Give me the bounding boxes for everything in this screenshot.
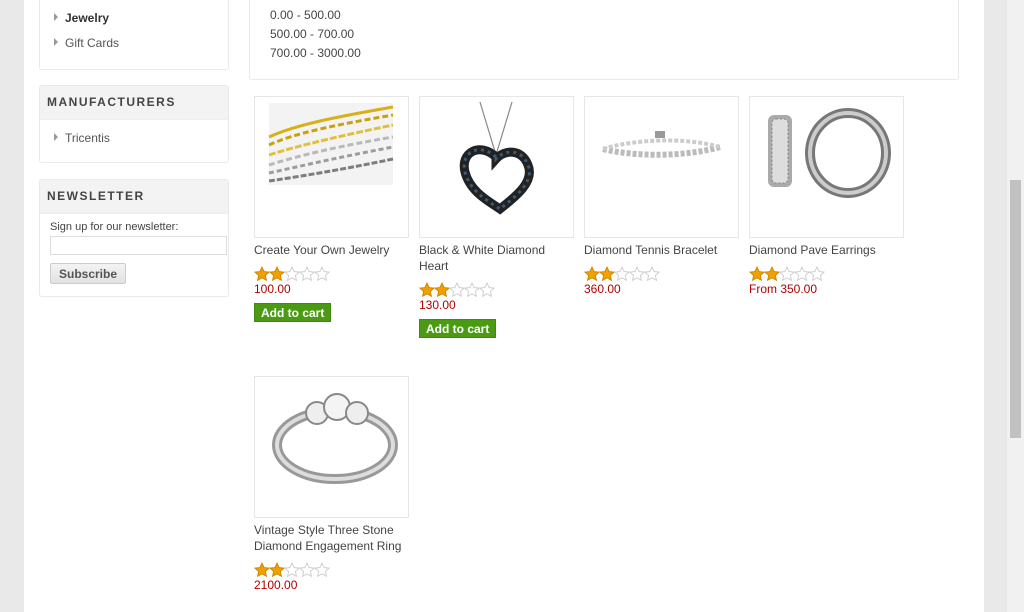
page: Jewelry Gift Cards MANUFACTURERS Tricent… <box>24 0 984 612</box>
category-label: Gift Cards <box>65 36 120 50</box>
category-gift-cards[interactable]: Gift Cards <box>40 35 228 60</box>
rating-stars <box>254 562 409 578</box>
star-icon <box>794 266 810 282</box>
product-title[interactable]: Vintage Style Three Stone Diamond Engage… <box>254 522 404 554</box>
star-icon <box>584 266 600 282</box>
star-icon <box>284 266 300 282</box>
star-icon <box>419 282 435 298</box>
product-title[interactable]: Create Your Own Jewelry <box>254 242 404 258</box>
category-label: Jewelry <box>65 11 110 25</box>
add-to-cart-button[interactable]: Add to cart <box>254 303 332 322</box>
triangle-right-icon <box>54 38 58 46</box>
star-icon <box>254 562 270 578</box>
star-icon <box>599 266 615 282</box>
star-icon <box>809 266 825 282</box>
star-icon <box>269 562 285 578</box>
product-item: Black & White Diamond Heart 130.00 Add t… <box>419 96 574 338</box>
add-to-cart-button[interactable]: Add to cart <box>419 319 497 338</box>
product-price: 2100.00 <box>254 578 298 592</box>
product-image[interactable] <box>749 96 904 238</box>
product-title[interactable]: Black & White Diamond Heart <box>419 242 569 274</box>
star-icon <box>314 562 330 578</box>
rating-stars <box>254 266 409 282</box>
category-jewelry[interactable]: Jewelry <box>40 10 228 35</box>
product-item: Diamond Tennis Bracelet 360.00 <box>584 96 739 296</box>
rating-stars <box>749 266 904 282</box>
price-range-link[interactable]: 500.00 - 700.00 <box>270 27 354 41</box>
product-item: Diamond Pave Earrings From 350.00 <box>749 96 904 296</box>
product-price: From 350.00 <box>749 282 818 296</box>
product-title[interactable]: Diamond Tennis Bracelet <box>584 242 734 258</box>
scrollbar-thumb[interactable] <box>1010 180 1021 438</box>
product-image[interactable] <box>584 96 739 238</box>
newsletter-email-input[interactable] <box>50 236 227 255</box>
manufacturer-tricentis[interactable]: Tricentis <box>40 130 228 155</box>
newsletter-block: NEWSLETTER Sign up for our newsletter: S… <box>39 179 229 297</box>
price-range-filter: 0.00 - 500.00 500.00 - 700.00 700.00 - 3… <box>249 0 959 80</box>
engagement-ring-image <box>272 393 398 484</box>
product-image[interactable] <box>254 376 409 518</box>
product-image[interactable] <box>254 96 409 238</box>
manufacturer-label: Tricentis <box>65 131 110 145</box>
product-title[interactable]: Diamond Pave Earrings <box>749 242 899 258</box>
product-price: 360.00 <box>584 282 621 296</box>
star-icon <box>299 266 315 282</box>
product-item: Vintage Style Three Stone Diamond Engage… <box>254 376 409 592</box>
gold-silver-chains-image <box>268 103 394 185</box>
triangle-right-icon <box>54 133 58 141</box>
star-icon <box>269 266 285 282</box>
product-item: Create Your Own Jewelry 100.00 Add to ca… <box>254 96 409 322</box>
star-icon <box>764 266 780 282</box>
star-icon <box>299 562 315 578</box>
vertical-scrollbar[interactable] <box>1007 0 1024 612</box>
star-icon <box>779 266 795 282</box>
star-icon <box>464 282 480 298</box>
star-icon <box>449 282 465 298</box>
star-icon <box>254 266 270 282</box>
star-icon <box>644 266 660 282</box>
star-icon <box>749 266 765 282</box>
triangle-right-icon <box>54 13 58 21</box>
product-price: 100.00 <box>254 282 291 296</box>
manufacturers-block: MANUFACTURERS Tricentis <box>39 85 229 163</box>
star-icon <box>614 266 630 282</box>
newsletter-title: NEWSLETTER <box>40 180 228 214</box>
subscribe-button[interactable]: Subscribe <box>50 263 127 284</box>
product-image[interactable] <box>419 96 574 238</box>
manufacturers-title: MANUFACTURERS <box>40 86 228 120</box>
tennis-bracelet-image <box>602 131 721 158</box>
categories-block: Jewelry Gift Cards <box>39 0 229 70</box>
price-range-link[interactable]: 0.00 - 500.00 <box>270 8 341 22</box>
product-price: 130.00 <box>419 298 456 312</box>
star-icon <box>314 266 330 282</box>
rating-stars <box>584 266 739 282</box>
star-icon <box>284 562 300 578</box>
star-icon <box>479 282 495 298</box>
heart-pendant-image <box>459 101 534 215</box>
hoop-earrings-image <box>768 108 891 198</box>
star-icon <box>629 266 645 282</box>
price-range-link[interactable]: 700.00 - 3000.00 <box>270 46 361 60</box>
star-icon <box>434 282 450 298</box>
rating-stars <box>419 282 574 298</box>
newsletter-label: Sign up for our newsletter: <box>50 221 179 233</box>
